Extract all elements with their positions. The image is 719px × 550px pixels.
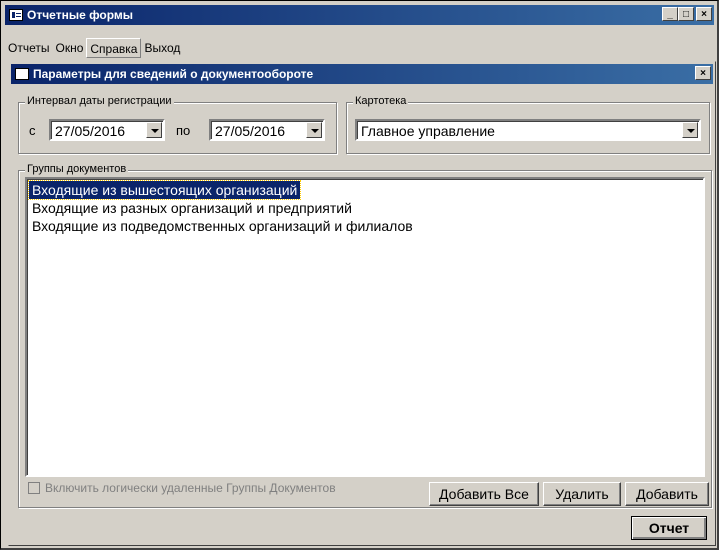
date-interval-group: Интервал даты регистрации с 27/05/2016 п… bbox=[18, 95, 337, 154]
main-titlebar[interactable]: Отчетные формы _ □ × bbox=[5, 5, 714, 25]
minimize-button[interactable]: _ bbox=[662, 7, 678, 21]
date-to-combo[interactable]: 27/05/2016 bbox=[209, 119, 325, 141]
menu-exit[interactable]: Выход bbox=[141, 38, 183, 58]
dialog-close-button[interactable]: × bbox=[695, 66, 711, 80]
card-index-legend: Картотека bbox=[353, 95, 409, 107]
chevron-down-icon[interactable] bbox=[306, 122, 322, 138]
date-to-value: 27/05/2016 bbox=[215, 123, 286, 139]
date-from-label: с bbox=[29, 123, 36, 138]
date-interval-legend: Интервал даты регистрации bbox=[25, 95, 174, 107]
doc-groups-legend: Группы документов bbox=[25, 163, 129, 175]
card-index-combo[interactable]: Главное управление bbox=[355, 119, 701, 141]
menubar: Отчеты Окно Справка Выход bbox=[5, 37, 183, 59]
list-item[interactable]: Входящие из вышестоящих организаций bbox=[27, 180, 302, 200]
dialog-title: Параметры для сведений о документооборот… bbox=[33, 67, 314, 81]
params-dialog: Параметры для сведений о документооборот… bbox=[8, 61, 716, 546]
list-item[interactable]: Входящие из подведомственных организаций… bbox=[29, 217, 701, 235]
include-deleted-row: Включить логически удаленные Группы Доку… bbox=[28, 481, 336, 495]
menu-help[interactable]: Справка bbox=[86, 38, 142, 58]
add-button[interactable]: Добавить bbox=[625, 482, 709, 506]
menu-window[interactable]: Окно bbox=[52, 38, 86, 58]
main-window: Отчетные формы _ □ × Отчеты Окно Справка… bbox=[0, 0, 719, 550]
date-from-value: 27/05/2016 bbox=[55, 123, 126, 139]
chevron-down-icon[interactable] bbox=[146, 122, 162, 138]
menu-reports[interactable]: Отчеты bbox=[5, 38, 52, 58]
doc-groups-listbox[interactable]: Входящие из вышестоящих организаций Вход… bbox=[25, 177, 705, 477]
window-title: Отчетные формы bbox=[27, 8, 134, 22]
form-window-icon bbox=[9, 9, 23, 21]
window-controls: _ □ × bbox=[662, 7, 712, 21]
include-deleted-label: Включить логически удаленные Группы Доку… bbox=[45, 481, 336, 495]
list-item[interactable]: Входящие из разных организаций и предпри… bbox=[29, 199, 701, 217]
include-deleted-checkbox[interactable] bbox=[28, 482, 40, 494]
add-all-button[interactable]: Добавить Все bbox=[429, 482, 539, 506]
card-index-group: Картотека Главное управление bbox=[346, 95, 710, 154]
date-to-label: по bbox=[176, 123, 191, 138]
report-button[interactable]: Отчет bbox=[631, 516, 707, 540]
close-button[interactable]: × bbox=[696, 7, 712, 21]
dialog-titlebar[interactable]: Параметры для сведений о документооборот… bbox=[11, 64, 713, 84]
doc-groups-group: Группы документов Входящие из вышестоящи… bbox=[18, 163, 712, 508]
chevron-down-icon[interactable] bbox=[682, 122, 698, 138]
delete-button[interactable]: Удалить bbox=[543, 482, 621, 506]
form-window-icon bbox=[15, 68, 29, 80]
date-from-combo[interactable]: 27/05/2016 bbox=[49, 119, 165, 141]
card-index-value: Главное управление bbox=[361, 123, 495, 139]
maximize-button[interactable]: □ bbox=[678, 7, 694, 21]
